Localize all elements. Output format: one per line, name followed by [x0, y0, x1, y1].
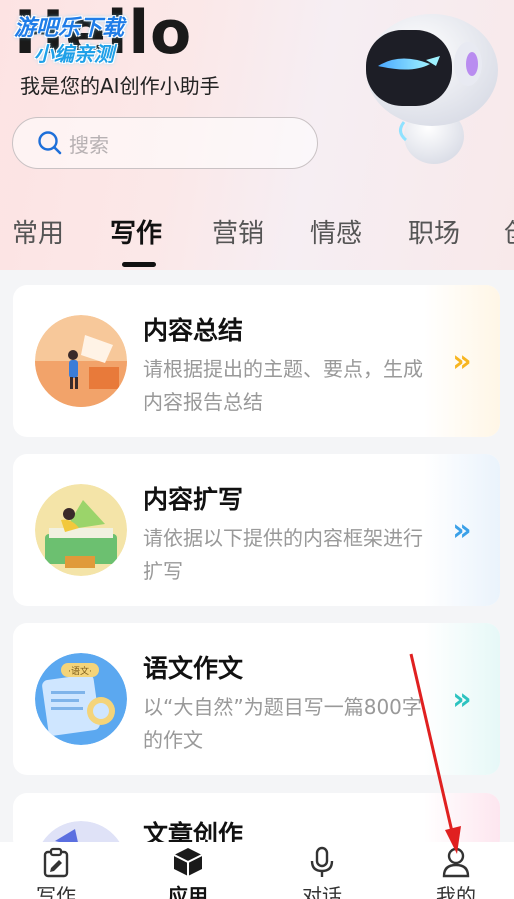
- nav-label: 写作: [36, 884, 76, 899]
- card-description: 请根据提出的主题、要点，生成内容报告总结: [143, 357, 423, 414]
- assistant-subtitle: 我是您的AI创作小助手: [20, 74, 220, 98]
- cube-icon: [173, 848, 203, 876]
- nav-label: 对话: [302, 884, 342, 899]
- essay-illustration: ·语文·: [35, 653, 127, 745]
- nav-writing[interactable]: 写作: [0, 842, 116, 899]
- tab-common[interactable]: 常用: [12, 213, 64, 250]
- double-chevron-right-icon[interactable]: »: [424, 454, 500, 606]
- robot-mascot-image: [366, 14, 498, 164]
- card-chinese-essay[interactable]: ·语文· 语文作文 以“大自然”为题目写一篇800字的作文 »: [13, 623, 500, 775]
- expand-illustration: [35, 484, 127, 576]
- double-chevron-right-icon[interactable]: »: [424, 623, 500, 775]
- nav-apps[interactable]: 应用: [128, 842, 248, 899]
- search-placeholder: 搜索: [69, 132, 109, 157]
- card-description: 以“大自然”为题目写一篇800字的作文: [143, 695, 422, 752]
- microphone-icon: [310, 846, 334, 877]
- category-tabs: 常用 写作 营销 情感 职场 创: [0, 205, 514, 270]
- edit-clipboard-icon: [43, 847, 69, 878]
- nav-chat[interactable]: 对话: [262, 842, 382, 899]
- summary-illustration: [35, 315, 127, 407]
- card-title: 内容扩写: [143, 485, 244, 514]
- search-input[interactable]: 搜索: [12, 117, 318, 169]
- tab-workplace[interactable]: 职场: [408, 213, 460, 250]
- nav-label: 我的: [436, 884, 476, 899]
- svg-text:·语文·: ·语文·: [68, 665, 92, 677]
- card-content-summary[interactable]: 内容总结 请根据提出的主题、要点，生成内容报告总结 »: [13, 285, 500, 437]
- card-title: 内容总结: [143, 316, 244, 345]
- bottom-navigation: 写作 应用 对话 我的: [0, 842, 514, 899]
- tab-emotion[interactable]: 情感: [310, 213, 362, 250]
- card-description: 请依据以下提供的内容框架进行扩写: [143, 526, 423, 583]
- card-content-expand[interactable]: 内容扩写 请依据以下提供的内容框架进行扩写 »: [13, 454, 500, 606]
- double-chevron-right-icon[interactable]: »: [424, 285, 500, 437]
- nav-label: 应用: [168, 884, 208, 899]
- card-title: 语文作文: [143, 654, 244, 683]
- watermark-line2: 小编亲测: [34, 42, 114, 66]
- nav-profile[interactable]: 我的: [396, 842, 514, 899]
- search-icon: [38, 131, 62, 155]
- active-tab-indicator: [122, 262, 156, 267]
- user-icon: [442, 847, 470, 878]
- watermark-logo: 游吧乐下载 小编亲测: [14, 10, 154, 70]
- tab-marketing[interactable]: 营销: [212, 213, 264, 250]
- tab-writing[interactable]: 写作: [110, 213, 162, 250]
- tab-create[interactable]: 创: [504, 213, 514, 250]
